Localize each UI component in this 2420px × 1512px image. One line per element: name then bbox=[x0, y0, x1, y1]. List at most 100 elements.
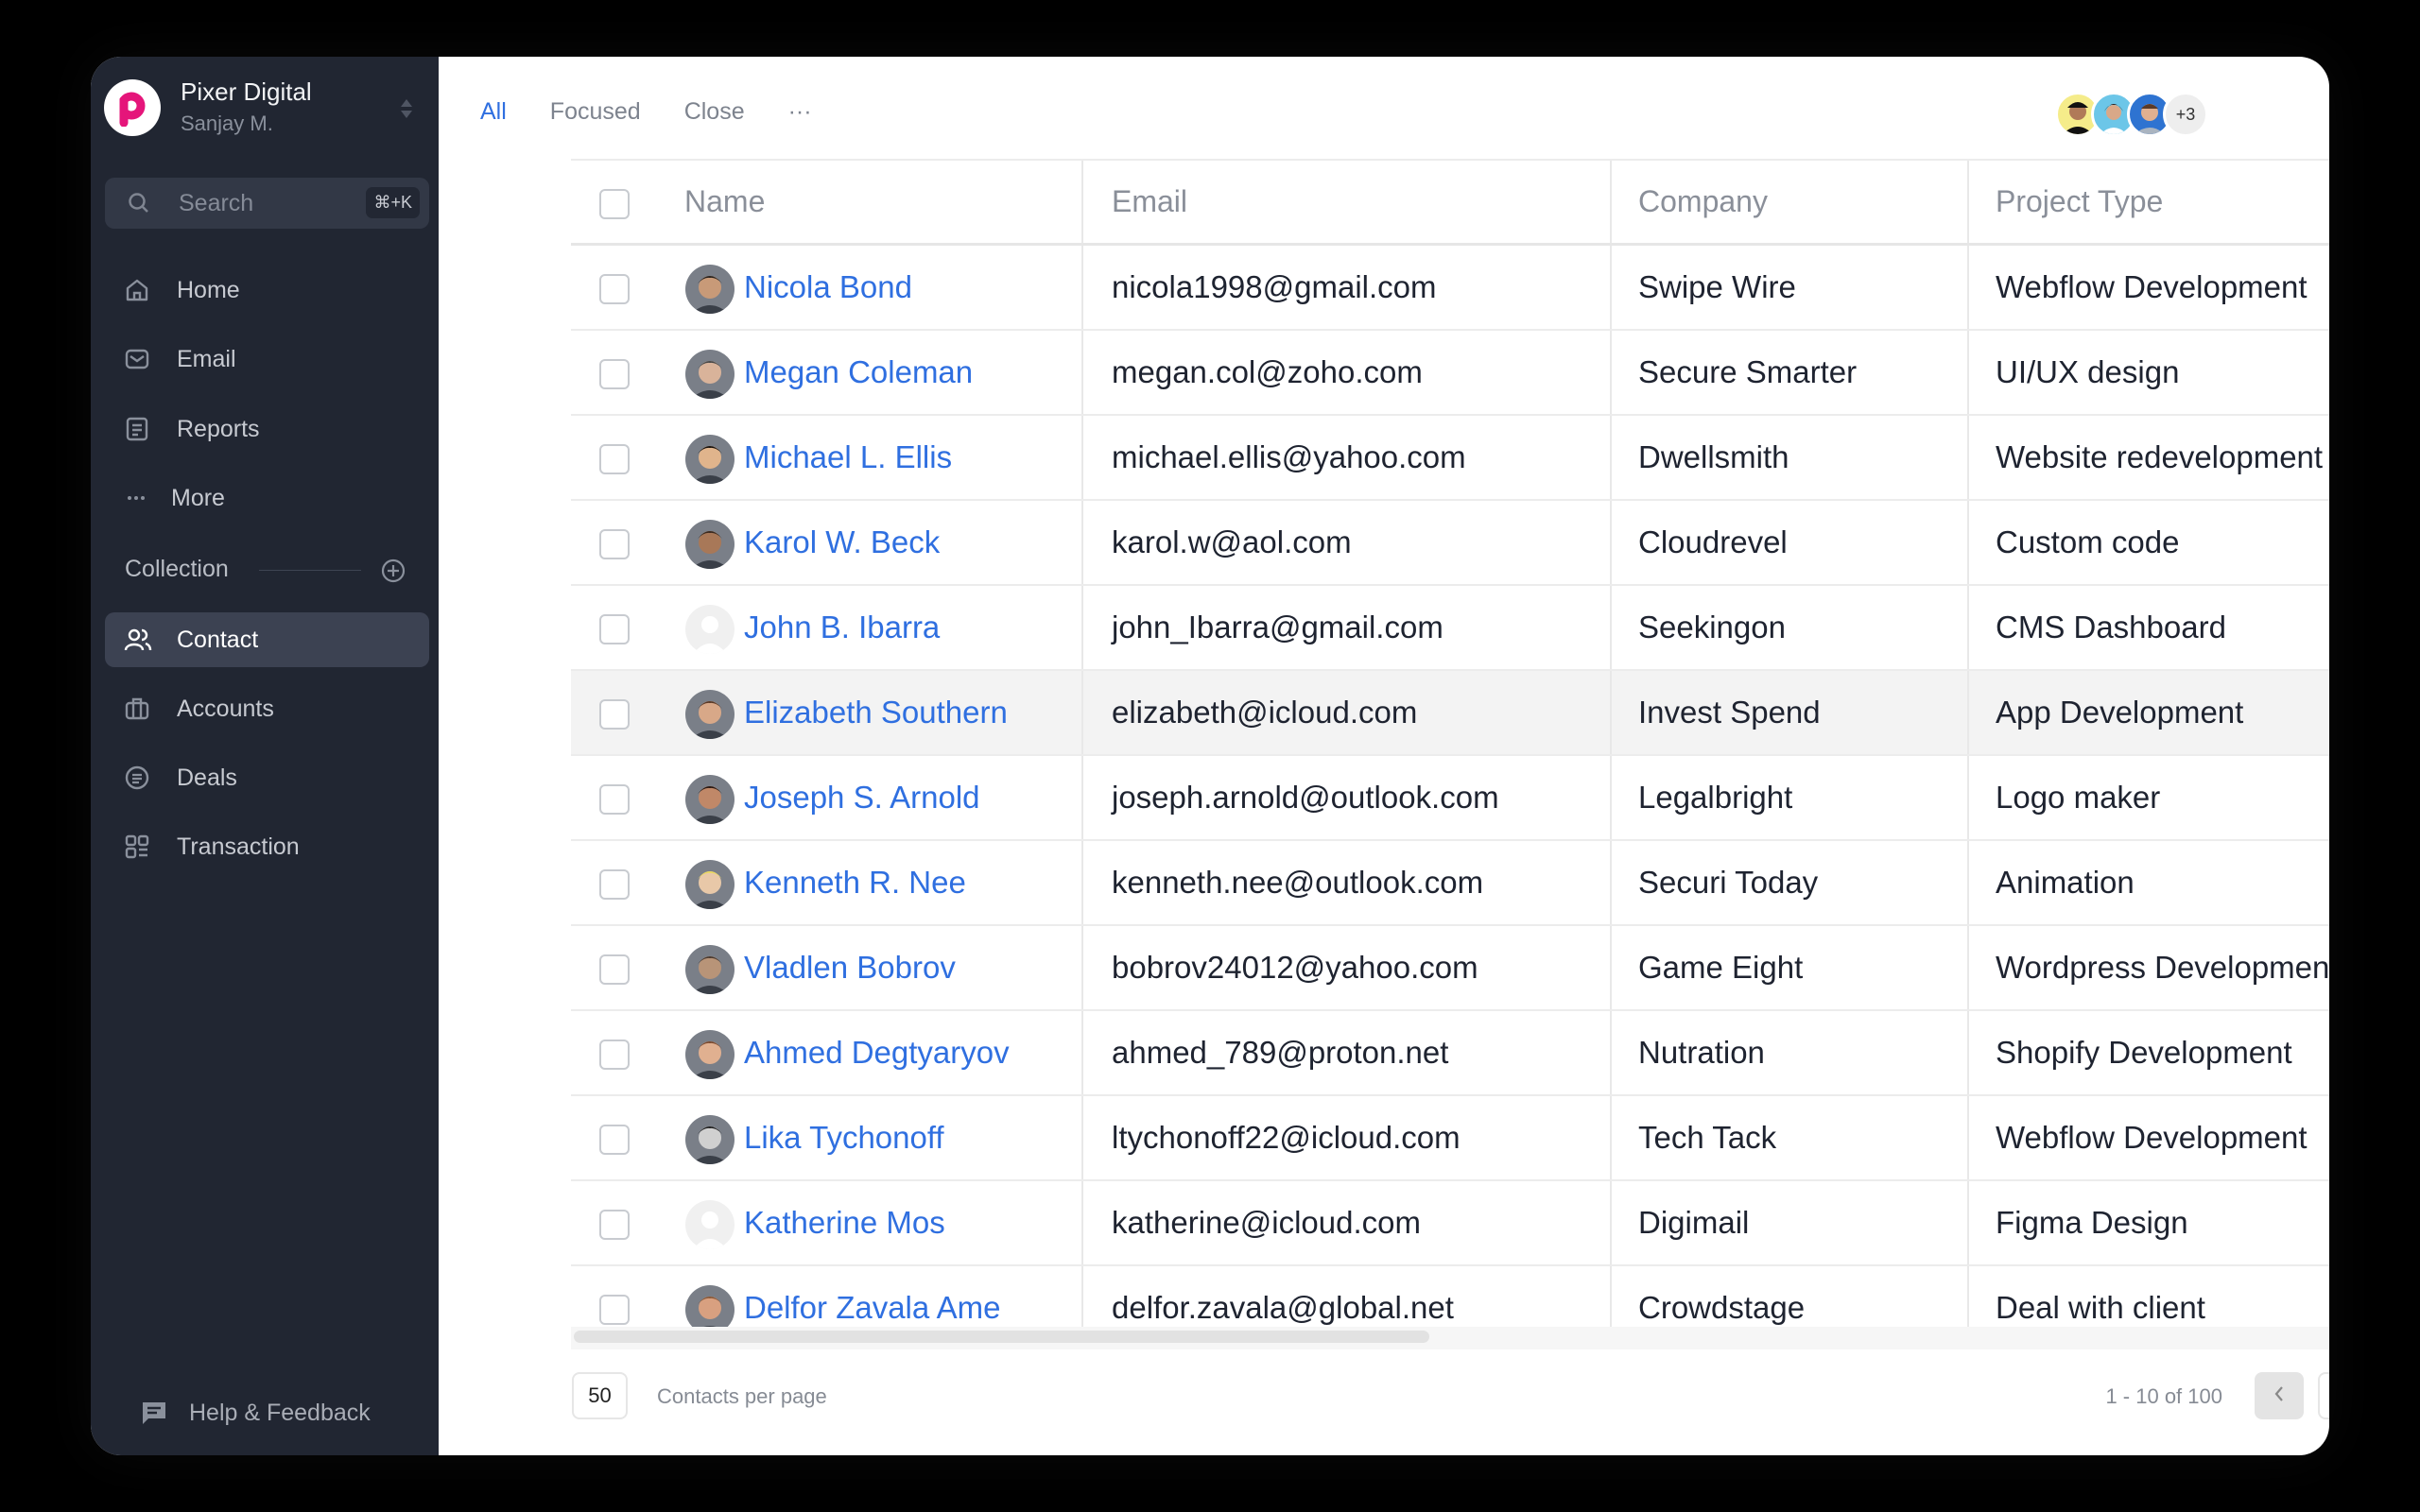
tab-focused[interactable]: Focused bbox=[550, 98, 641, 126]
org-name: Pixer Digital bbox=[181, 77, 312, 106]
contact-company: Secure Smarter bbox=[1610, 331, 1967, 414]
nav-more[interactable]: More bbox=[105, 471, 429, 525]
row-checkbox[interactable] bbox=[599, 784, 630, 815]
contact-project-type: Webflow Development bbox=[1967, 1096, 2329, 1179]
contact-project-type: Deal with client bbox=[1967, 1266, 2329, 1327]
contact-company: Crowdstage bbox=[1610, 1266, 1967, 1327]
nav-home[interactable]: Home bbox=[105, 263, 429, 318]
collection-heading: Collection bbox=[125, 556, 229, 582]
table-row[interactable]: Megan Coleman megan.col@zoho.com Secure Sm… bbox=[571, 331, 2329, 416]
prev-page-button[interactable] bbox=[2255, 1372, 2304, 1419]
row-checkbox[interactable] bbox=[599, 699, 630, 730]
search-shortcut: ⌘+K bbox=[366, 187, 420, 218]
row-checkbox[interactable] bbox=[599, 274, 630, 304]
contact-name-link[interactable]: Kenneth R. Nee bbox=[744, 841, 1080, 924]
users-icon bbox=[124, 627, 162, 653]
table-row[interactable]: Delfor Zavala Ame delfor.zavala@global.ne… bbox=[571, 1266, 2329, 1327]
row-checkbox[interactable] bbox=[599, 359, 630, 389]
contact-project-type: Logo maker bbox=[1967, 756, 2329, 839]
column-header-email[interactable]: Email bbox=[1081, 161, 1610, 243]
briefcase-icon bbox=[124, 696, 162, 722]
add-collection-icon[interactable] bbox=[380, 558, 406, 589]
contact-company: Legalbright bbox=[1610, 756, 1967, 839]
home-icon bbox=[124, 277, 162, 303]
search-input[interactable]: Search ⌘+K bbox=[105, 178, 429, 229]
contact-name-link[interactable]: Joseph S. Arnold bbox=[744, 756, 1080, 839]
table-row[interactable]: Michael L. Ellis michael.ellis@yahoo.com D… bbox=[571, 416, 2329, 501]
contact-email: kenneth.nee@outlook.com bbox=[1081, 841, 1610, 924]
contact-avatar bbox=[685, 860, 735, 909]
collaborator-avatars[interactable]: +3 bbox=[2055, 92, 2208, 137]
nav-accounts[interactable]: Accounts bbox=[105, 681, 429, 736]
tab-all[interactable]: All bbox=[480, 98, 507, 126]
row-checkbox[interactable] bbox=[599, 444, 630, 474]
contact-name-link[interactable]: Delfor Zavala Ame bbox=[744, 1266, 1080, 1327]
contact-avatar bbox=[685, 945, 735, 994]
contact-name-link[interactable]: Lika Tychonoff bbox=[744, 1096, 1080, 1179]
table-row[interactable]: Katherine Mos katherine@icloud.com Digimai… bbox=[571, 1181, 2329, 1266]
tab-close[interactable]: Close bbox=[684, 98, 745, 126]
table-row[interactable]: Lika Tychonoff ltychonoff22@icloud.com Tec… bbox=[571, 1096, 2329, 1181]
contact-company: Dwellsmith bbox=[1610, 416, 1967, 499]
more-tabs-button[interactable]: ··· bbox=[788, 98, 812, 126]
transaction-icon bbox=[124, 833, 162, 860]
per-page-select[interactable]: 50 bbox=[572, 1372, 628, 1419]
table-row[interactable]: Elizabeth Southern elizabeth@icloud.com In… bbox=[571, 671, 2329, 756]
contact-project-type: Webflow Development bbox=[1967, 246, 2329, 329]
next-page-button[interactable] bbox=[2318, 1372, 2329, 1419]
pagination-range: 1 - 10 of 100 bbox=[2105, 1384, 2222, 1408]
contact-name-link[interactable]: John B. Ibarra bbox=[744, 586, 1080, 669]
row-checkbox[interactable] bbox=[599, 1040, 630, 1070]
contact-project-type: Website redevelopment bbox=[1967, 416, 2329, 499]
table-row[interactable]: Joseph S. Arnold joseph.arnold@outlook.co… bbox=[571, 756, 2329, 841]
row-checkbox[interactable] bbox=[599, 614, 630, 644]
horizontal-scrollbar[interactable] bbox=[571, 1327, 2329, 1349]
contact-project-type: CMS Dashboard bbox=[1967, 586, 2329, 669]
row-checkbox[interactable] bbox=[599, 1125, 630, 1155]
column-header-name[interactable]: Name bbox=[684, 161, 765, 243]
nav-deals[interactable]: Deals bbox=[105, 750, 429, 805]
nav-label: Contact bbox=[177, 626, 259, 653]
search-placeholder: Search bbox=[179, 189, 254, 216]
select-all-checkbox[interactable] bbox=[599, 189, 630, 219]
per-page-label: Contacts per page bbox=[657, 1384, 827, 1408]
row-checkbox[interactable] bbox=[599, 954, 630, 985]
contact-name-link[interactable]: Karol W. Beck bbox=[744, 501, 1080, 584]
contact-email: katherine@icloud.com bbox=[1081, 1181, 1610, 1264]
row-checkbox[interactable] bbox=[599, 1295, 630, 1325]
contact-email: delfor.zavala@global.net bbox=[1081, 1266, 1610, 1327]
row-checkbox[interactable] bbox=[599, 869, 630, 900]
row-checkbox[interactable] bbox=[599, 1210, 630, 1240]
table-row[interactable]: John B. Ibarra john_Ibarra@gmail.com Seeki… bbox=[571, 586, 2329, 671]
nav-email[interactable]: Email bbox=[105, 332, 429, 387]
help-label: Help & Feedback bbox=[189, 1399, 371, 1426]
contact-email: john_Ibarra@gmail.com bbox=[1081, 586, 1610, 669]
contact-name-link[interactable]: Elizabeth Southern bbox=[744, 671, 1080, 754]
contact-name-link[interactable]: Ahmed Degtyaryov bbox=[744, 1011, 1080, 1094]
switch-org-icon[interactable] bbox=[399, 96, 414, 126]
table-row[interactable]: Vladlen Bobrov bobrov24012@yahoo.com Game … bbox=[571, 926, 2329, 1011]
nav-contact[interactable]: Contact bbox=[105, 612, 429, 667]
nav-label: Deals bbox=[177, 764, 237, 791]
contact-name-link[interactable]: Megan Coleman bbox=[744, 331, 1080, 414]
table-row[interactable]: Kenneth R. Nee kenneth.nee@outlook.com Sec… bbox=[571, 841, 2329, 926]
column-header-company[interactable]: Company bbox=[1610, 161, 1967, 243]
column-header-project-type[interactable]: Project Type bbox=[1967, 161, 2329, 243]
table-row[interactable]: Ahmed Degtyaryov ahmed_789@proton.net Nutr… bbox=[571, 1011, 2329, 1096]
more-collaborators-badge[interactable]: +3 bbox=[2163, 92, 2208, 137]
contact-email: ahmed_789@proton.net bbox=[1081, 1011, 1610, 1094]
contact-name-link[interactable]: Michael L. Ellis bbox=[744, 416, 1080, 499]
table-row[interactable]: Karol W. Beck karol.w@aol.com Cloudrevel Cu… bbox=[571, 501, 2329, 586]
row-checkbox[interactable] bbox=[599, 529, 630, 559]
contact-avatar bbox=[685, 350, 735, 399]
table-row[interactable]: Nicola Bond nicola1998@gmail.com Swipe Wir… bbox=[571, 246, 2329, 331]
scrollbar-thumb[interactable] bbox=[574, 1331, 1429, 1343]
view-tabs: All Focused Close ··· bbox=[480, 98, 856, 126]
nav-label: Home bbox=[177, 276, 240, 303]
contact-name-link[interactable]: Nicola Bond bbox=[744, 246, 1080, 329]
help-feedback-link[interactable]: Help & Feedback bbox=[140, 1399, 371, 1427]
contact-name-link[interactable]: Vladlen Bobrov bbox=[744, 926, 1080, 1009]
contact-name-link[interactable]: Katherine Mos bbox=[744, 1181, 1080, 1264]
nav-reports[interactable]: Reports bbox=[105, 402, 429, 456]
nav-transaction[interactable]: Transaction bbox=[105, 819, 429, 874]
